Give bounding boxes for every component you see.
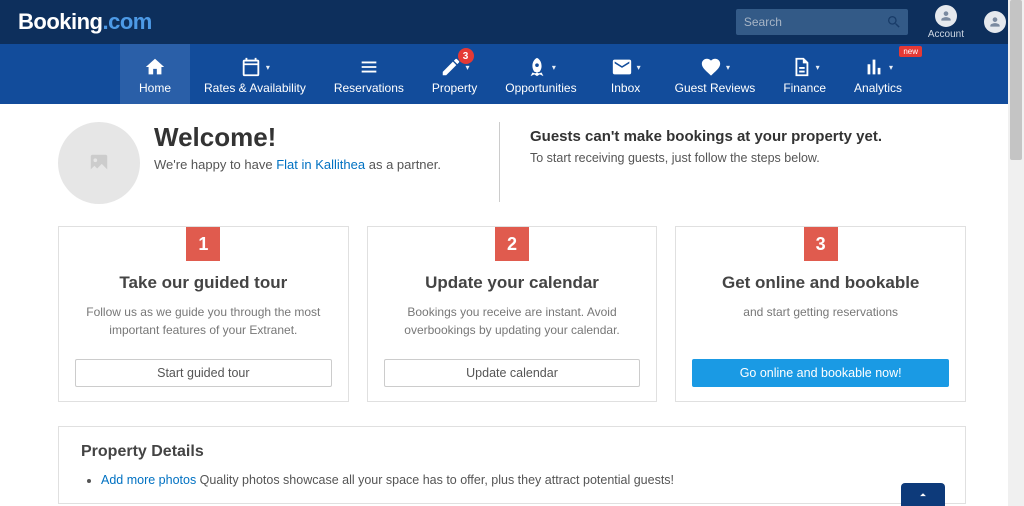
brand-logo[interactable]: Booking.com bbox=[18, 9, 152, 35]
property-details-title: Property Details bbox=[81, 443, 943, 461]
heart-icon: ▾ bbox=[700, 55, 730, 79]
step-number: 1 bbox=[186, 227, 220, 261]
nav-home[interactable]: Home bbox=[120, 44, 190, 104]
welcome-sub-suffix: as a partner. bbox=[365, 157, 441, 172]
step-desc: and start getting reservations bbox=[692, 303, 949, 339]
nav-label: Analytics bbox=[854, 81, 902, 95]
nav-label: Inbox bbox=[611, 81, 640, 95]
update-calendar-button[interactable]: Update calendar bbox=[384, 359, 641, 387]
add-photos-link[interactable]: Add more photos bbox=[101, 473, 196, 487]
nav-label: Rates & Availability bbox=[204, 81, 306, 95]
document-icon: ▾ bbox=[790, 55, 820, 79]
nav-rates-availability[interactable]: ▾ Rates & Availability bbox=[190, 44, 320, 104]
nav-reservations[interactable]: Reservations bbox=[320, 44, 418, 104]
envelope-icon: ▾ bbox=[611, 55, 641, 79]
step-card-1: 1 Take our guided tour Follow us as we g… bbox=[58, 226, 349, 402]
welcome-sub-prefix: We're happy to have bbox=[154, 157, 276, 172]
search-container bbox=[736, 9, 908, 35]
list-item: Add more photos Quality photos showcase … bbox=[101, 473, 943, 487]
status-title: Guests can't make bookings at your prope… bbox=[530, 128, 966, 145]
scrollbar[interactable] bbox=[1008, 0, 1024, 506]
step-desc: Bookings you receive are instant. Avoid … bbox=[384, 303, 641, 339]
property-details-card: Property Details Add more photos Quality… bbox=[58, 426, 966, 504]
start-guided-tour-button[interactable]: Start guided tour bbox=[75, 359, 332, 387]
nav-label: Guest Reviews bbox=[675, 81, 756, 95]
step-title: Update your calendar bbox=[384, 273, 641, 293]
step-number: 2 bbox=[495, 227, 529, 261]
step-title: Get online and bookable bbox=[692, 273, 949, 293]
nav-property[interactable]: 3 ▾ Property bbox=[418, 44, 491, 104]
main-nav: Home ▾ Rates & Availability Reservations… bbox=[0, 44, 1024, 104]
status-subtitle: To start receiving guests, just follow t… bbox=[530, 151, 966, 165]
chart-icon: ▾ bbox=[863, 55, 893, 79]
account-menu[interactable]: Account bbox=[928, 5, 964, 40]
step-card-2: 2 Update your calendar Bookings you rece… bbox=[367, 226, 658, 402]
nav-guest-reviews[interactable]: ▾ Guest Reviews bbox=[661, 44, 770, 104]
back-to-top-button[interactable] bbox=[901, 483, 945, 506]
chevron-up-icon bbox=[916, 488, 930, 502]
scrollbar-thumb[interactable] bbox=[1010, 0, 1022, 160]
step-card-3: 3 Get online and bookable and start gett… bbox=[675, 226, 966, 402]
detail-item-text: Quality photos showcase all your space h… bbox=[196, 473, 674, 487]
secondary-user-icon[interactable] bbox=[984, 11, 1006, 33]
brand-suffix: .com bbox=[103, 9, 152, 34]
search-input[interactable] bbox=[736, 9, 908, 35]
step-title: Take our guided tour bbox=[75, 273, 332, 293]
nav-inbox[interactable]: ▾ Inbox bbox=[591, 44, 661, 104]
nav-label: Property bbox=[432, 81, 477, 95]
step-number: 3 bbox=[804, 227, 838, 261]
rocket-icon: ▾ bbox=[526, 55, 556, 79]
step-desc: Follow us as we guide you through the mo… bbox=[75, 303, 332, 339]
brand-main: Booking bbox=[18, 9, 103, 34]
go-online-button[interactable]: Go online and bookable now! bbox=[692, 359, 949, 387]
new-badge: new bbox=[899, 46, 922, 57]
nav-analytics[interactable]: new ▾ Analytics bbox=[840, 44, 916, 104]
nav-opportunities[interactable]: ▾ Opportunities bbox=[491, 44, 590, 104]
account-label: Account bbox=[928, 29, 964, 40]
nav-label: Reservations bbox=[334, 81, 404, 95]
list-icon bbox=[358, 55, 380, 79]
welcome-title: Welcome! bbox=[154, 122, 441, 153]
nav-label: Opportunities bbox=[505, 81, 576, 95]
search-icon[interactable] bbox=[886, 14, 902, 30]
property-image-placeholder bbox=[58, 122, 140, 204]
nav-label: Finance bbox=[783, 81, 826, 95]
property-link[interactable]: Flat in Kallithea bbox=[276, 157, 365, 172]
welcome-subtitle: We're happy to have Flat in Kallithea as… bbox=[154, 157, 441, 172]
nav-label: Home bbox=[139, 81, 171, 95]
home-icon bbox=[144, 55, 166, 79]
nav-finance[interactable]: ▾ Finance bbox=[769, 44, 840, 104]
calendar-icon: ▾ bbox=[240, 55, 270, 79]
user-icon bbox=[935, 5, 957, 27]
